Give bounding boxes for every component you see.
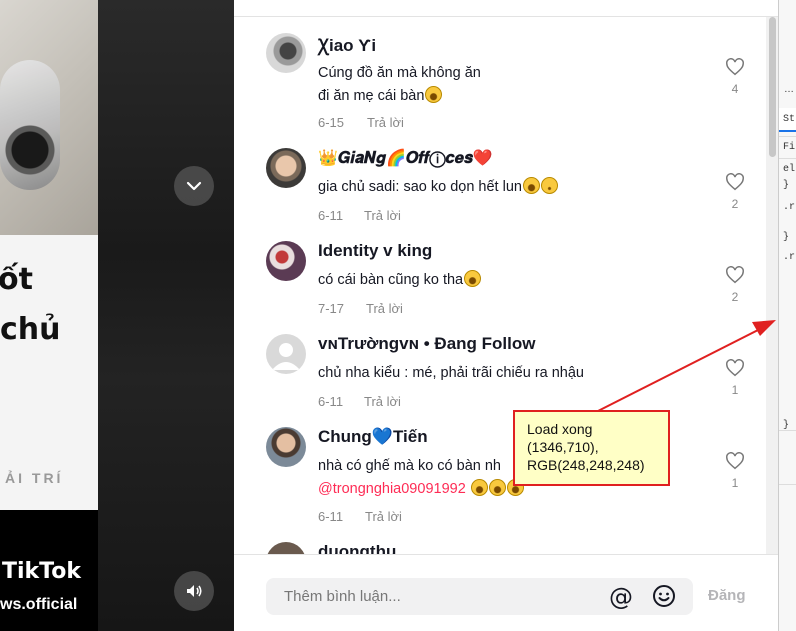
heart-icon <box>726 173 744 191</box>
like-count: 1 <box>731 476 739 490</box>
avatar[interactable] <box>266 241 306 281</box>
motorbike-image <box>0 60 60 190</box>
devtools-panel: … St Fi el } .r } .r } <box>778 0 796 631</box>
annotation-line3: RGB(248,248,248) <box>527 457 645 473</box>
sound-button[interactable] <box>174 571 214 611</box>
divider <box>779 158 796 159</box>
like-count: 1 <box>731 383 739 397</box>
avatar[interactable] <box>266 334 306 374</box>
like-count: 4 <box>731 82 739 96</box>
reply-button[interactable]: Trả lời <box>364 394 401 409</box>
divider <box>234 554 778 555</box>
devtools-line: } <box>783 232 790 243</box>
comment-author[interactable]: Identity v king <box>318 241 432 261</box>
emoji-sweat-icon <box>470 479 488 496</box>
chevron-down-icon <box>186 181 202 191</box>
heart-icon <box>726 58 744 76</box>
more-icon[interactable]: … <box>784 84 794 95</box>
heart-icon <box>726 359 744 377</box>
comment-input[interactable] <box>284 586 584 606</box>
comment-text-line: nhà có ghế mà ko có bàn nh <box>318 458 501 474</box>
comment-text: nhà có ghế mà ko có bàn nh @trongnghia09… <box>318 455 524 501</box>
heart-icon <box>726 266 744 284</box>
comment-text: chủ nha kiểu : mé, phải trãi chiếu ra nh… <box>318 362 584 385</box>
emoji-picker-icon[interactable] <box>652 584 676 608</box>
devtools-line: .r <box>783 202 796 213</box>
video-caption-line2: chủ <box>0 312 61 347</box>
comment-text-line: chủ nha kiểu : mé, phải trãi chiếu ra nh… <box>318 365 584 381</box>
reply-button[interactable]: Trả lời <box>367 115 404 130</box>
mention-at-icon[interactable]: @ <box>609 583 633 611</box>
tiktok-handle: ws.official <box>0 596 78 613</box>
comment-text-line: Cúng đồ ăn mà không ăn <box>318 65 481 81</box>
divider <box>779 484 796 485</box>
devtools-line: .r <box>783 252 796 263</box>
comment-text: Cúng đồ ăn mà không ăn đi ăn mẹ cái bàn <box>318 62 481 108</box>
devtools-line: el <box>783 164 796 175</box>
comment-text-line: gia chủ sadi: sao ko dọn hết lun <box>318 179 522 195</box>
like-button[interactable]: 2 <box>723 266 747 304</box>
emoji-sweat-icon <box>425 86 443 103</box>
devtools-line: } <box>783 180 790 191</box>
comment-date: 6-11 <box>318 509 344 524</box>
like-count: 2 <box>731 197 739 211</box>
emoji-sweat-icon <box>522 177 540 194</box>
default-avatar-icon <box>272 343 300 370</box>
video-caption-line3: ẢI TRÍ <box>5 470 64 486</box>
reply-button[interactable]: Trả lời <box>365 509 402 524</box>
like-button[interactable]: 1 <box>723 452 747 490</box>
divider <box>234 16 778 17</box>
like-button[interactable]: 2 <box>723 173 747 211</box>
post-comment-button[interactable]: Đăng <box>708 587 746 604</box>
devtools-tab[interactable]: St <box>779 108 796 132</box>
divider <box>779 136 796 137</box>
comment-author[interactable]: ᴠɴTrườngᴠɴ • Đang Follow <box>318 334 535 354</box>
emoji-expressionless-icon <box>540 177 558 194</box>
reply-button[interactable]: Trả lời <box>364 208 401 223</box>
video-player[interactable]: ốt chủ ẢI TRÍ TikTok ws.official <box>0 0 234 631</box>
comment-author[interactable]: Ꭓiao Ƴi <box>318 33 376 56</box>
like-button[interactable]: 4 <box>723 58 747 96</box>
heart-icon <box>726 452 744 470</box>
tiktok-watermark: TikTok <box>2 559 82 584</box>
like-button[interactable]: 1 <box>723 359 747 397</box>
avatar[interactable] <box>266 33 306 73</box>
scrollbar-thumb[interactable] <box>769 17 776 157</box>
speaker-icon <box>187 585 202 597</box>
avatar[interactable] <box>266 427 306 467</box>
devtools-filter[interactable]: Fi <box>783 142 795 153</box>
comment-input-box[interactable]: @ <box>266 578 693 615</box>
avatar[interactable] <box>266 542 306 554</box>
video-caption-line1: ốt <box>0 262 33 297</box>
comment-author[interactable]: 👑𝑮𝒊𝒂𝑵𝒈🌈𝑶𝒇𝒇ⓘ𝒄𝒆𝒔❤️ <box>318 148 493 168</box>
next-video-button[interactable] <box>174 166 214 206</box>
comments-panel: Ꭓiao Ƴi Cúng đồ ăn mà không ăn đi ăn mẹ … <box>234 0 778 631</box>
divider <box>779 430 796 431</box>
comment-author[interactable]: Chung💙Tiến <box>318 427 428 447</box>
comment-text: gia chủ sadi: sao ko dọn hết lun <box>318 176 558 199</box>
annotation-box: Load xong (1346,710), RGB(248,248,248) <box>513 410 670 486</box>
comment-date: 7-17 <box>318 301 345 316</box>
comment-text: có cái bàn cũng ko tha <box>318 269 482 292</box>
devtools-tab-label: St <box>783 114 796 125</box>
avatar[interactable] <box>266 148 306 188</box>
comment-text-line: có cái bàn cũng ko tha <box>318 272 464 288</box>
emoji-sweat-icon <box>464 270 482 287</box>
emoji-sweat-icon <box>488 479 506 496</box>
comment-date: 6-11 <box>318 208 344 223</box>
comment-date: 6-15 <box>318 115 345 130</box>
comment-item: duongthu <box>266 542 756 554</box>
comment-text-line: đi ăn mẹ cái bàn <box>318 88 425 104</box>
annotation-line2: (1346,710), <box>527 439 599 455</box>
comment-date: 6-11 <box>318 394 344 409</box>
video-frame: ốt chủ ẢI TRÍ TikTok ws.official <box>0 0 98 631</box>
annotation-line1: Load xong <box>527 421 593 437</box>
comment-author[interactable]: duongthu <box>318 542 396 554</box>
video-thumbnail <box>0 0 98 235</box>
mention-link[interactable]: @trongnghia09091992 <box>318 481 466 497</box>
reply-button[interactable]: Trả lời <box>366 301 403 316</box>
like-count: 2 <box>731 290 739 304</box>
